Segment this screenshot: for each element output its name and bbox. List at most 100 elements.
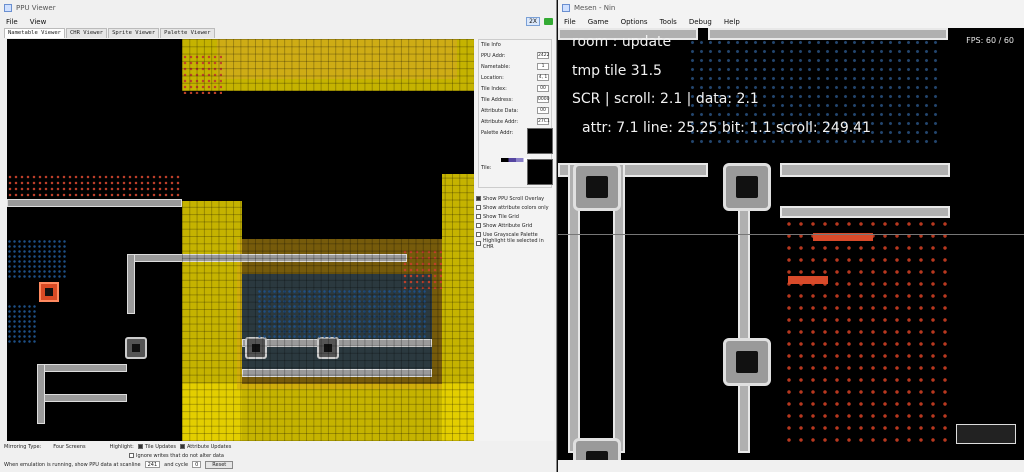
pipe (780, 163, 950, 177)
checkbox-attribute-colors[interactable]: Show attribute colors only (476, 203, 554, 212)
checkbox-box[interactable] (476, 241, 481, 246)
field-attribute-data: Attribute Data: 00 (481, 105, 549, 116)
field-value: 2422 (537, 52, 550, 59)
field-label: Nametable: (481, 63, 511, 70)
pipe-junction (723, 338, 771, 386)
ppu-viewer-window: PPU Viewer File View 2X Nametable Viewer… (0, 0, 557, 472)
app-icon (4, 4, 12, 12)
refresh-icon[interactable] (544, 18, 553, 25)
checkbox-tile-grid[interactable]: Show Tile Grid (476, 212, 554, 221)
tile-info-panel: Tile Info PPU Addr: 2422 Nametable: 1 Loca… (476, 39, 554, 441)
field-attribute-addr: Attribute Addr: 27C1 (481, 116, 550, 127)
window-title: PPU Viewer (16, 4, 56, 12)
rust-decoration (7, 174, 182, 199)
mirroring-value: Four Screens (53, 443, 86, 450)
field-value: 4, 1 (537, 74, 549, 81)
window-title: Mesen - Nin (574, 4, 616, 12)
checkbox-label: Ignore writes that do not alter data (136, 452, 224, 459)
menu-game[interactable]: Game (588, 18, 609, 26)
rust-pipe (788, 276, 828, 284)
field-tile-index: Tile Index: 00 (481, 83, 549, 94)
menu-tools[interactable]: Tools (660, 18, 677, 26)
checkbox-scroll-overlay[interactable]: Show PPU Scroll Overlay (476, 194, 554, 203)
checkbox-label: Attribute Updates (186, 443, 232, 450)
pipe (708, 28, 948, 40)
tile-grid-overlay (182, 39, 474, 441)
scanline-input[interactable]: 241 (144, 461, 161, 468)
debug-line-tmp-tile: tmp tile 31.5 (572, 63, 662, 79)
field-label: Tile Index: (481, 85, 507, 92)
tab-nametable-viewer[interactable]: Nametable Viewer (4, 28, 65, 38)
checkbox-ignore-writes[interactable]: Ignore writes that do not alter data (129, 451, 224, 460)
checkbox-attribute-grid[interactable]: Show Attribute Grid (476, 221, 554, 230)
ppu-bottom-controls: Mirroring Type: Four Screens Highlight: … (4, 442, 556, 472)
field-value: 00 (537, 107, 549, 114)
bg-glyphs (7, 239, 67, 279)
checkbox-box[interactable] (476, 214, 481, 219)
checkbox-box[interactable] (476, 223, 481, 228)
pipe-junction (723, 163, 771, 211)
debug-line-attr: attr: 7.1 line: 25.25 bit: 1.1 scroll: 2… (582, 120, 871, 136)
pipe (127, 254, 135, 314)
field-tile-address: Tile Address: 0000 (481, 94, 549, 105)
checkbox-label: Show attribute colors only (483, 204, 549, 211)
checkbox-box[interactable] (476, 196, 481, 201)
menu-file[interactable]: File (564, 18, 576, 26)
and-cycle-label: and cycle (164, 461, 189, 468)
game-screen[interactable]: room : update tmp tile 31.5 SCR | scroll… (558, 28, 1024, 460)
pipe-junction (573, 438, 621, 460)
cycle-input[interactable]: 0 (192, 461, 202, 468)
checkbox-box[interactable] (179, 444, 185, 449)
menu-options[interactable]: Options (621, 18, 648, 26)
ppu-titlebar[interactable]: PPU Viewer (0, 0, 556, 16)
tab-chr-viewer[interactable]: CHR Viewer (65, 28, 108, 38)
menu-help[interactable]: Help (724, 18, 740, 26)
app-icon (562, 4, 570, 12)
checkbox-box[interactable] (476, 232, 481, 237)
field-value: 27C1 (537, 118, 550, 125)
field-label: PPU Addr: (481, 52, 506, 59)
checkbox-label: Show PPU Scroll Overlay (483, 195, 545, 202)
checkbox-attribute-updates[interactable]: Attribute Updates (179, 442, 232, 451)
reset-button[interactable]: Reset (205, 460, 234, 469)
checkbox-box[interactable] (476, 205, 481, 210)
pipe (37, 364, 45, 424)
tab-sprite-viewer[interactable]: Sprite Viewer (108, 28, 160, 38)
zoom-button[interactable]: 2X (526, 17, 540, 26)
bg-glyphs (7, 304, 37, 344)
checkbox-label: Tile Updates (144, 443, 176, 450)
minimap-icon (956, 424, 1016, 444)
game-menubar: File Game Options Tools Debug Help (558, 16, 1024, 28)
debug-line-room: room : update (572, 34, 672, 50)
menu-debug[interactable]: Debug (689, 18, 712, 26)
checkbox-label: Highlight tile selected in CHR (482, 237, 544, 250)
pipe (780, 206, 950, 218)
rust-area (783, 218, 953, 448)
pipe (7, 199, 182, 207)
tile-preview (527, 159, 553, 185)
field-label: Attribute Data: (481, 107, 519, 114)
field-value: 00 (537, 85, 549, 92)
refresh-note: When emulation is running, show PPU data… (4, 461, 141, 468)
checkbox-highlight-chr[interactable]: Highlight tile selected in CHR (476, 237, 554, 250)
ignore-writes-row: Ignore writes that do not alter data (4, 451, 556, 460)
nametable-canvas[interactable] (7, 39, 474, 441)
pipe (37, 394, 127, 402)
refresh-row: When emulation is running, show PPU data… (4, 460, 556, 469)
game-titlebar[interactable]: Mesen - Nin (558, 0, 1024, 16)
ppu-menubar: File View 2X (0, 16, 556, 28)
checkbox-box[interactable] (137, 444, 143, 449)
mirroring-row: Mirroring Type: Four Screens Highlight: … (4, 442, 556, 451)
menu-file[interactable]: File (6, 18, 18, 26)
field-value: 1 (537, 63, 549, 70)
pipe-junction (573, 163, 621, 211)
tile-info-header: Tile Info (481, 42, 501, 48)
field-value: 0000 (537, 96, 550, 103)
checkbox-label: Show Attribute Grid (483, 222, 533, 229)
debug-line-scr: SCR | scroll: 2.1 | data: 2.1 (572, 91, 759, 107)
checkbox-tile-updates[interactable]: Tile Updates (137, 442, 176, 451)
tab-palette-viewer[interactable]: Palette Viewer (160, 28, 215, 38)
palette-preview (527, 128, 553, 154)
checkbox-box[interactable] (129, 453, 134, 458)
menu-view[interactable]: View (30, 18, 47, 26)
